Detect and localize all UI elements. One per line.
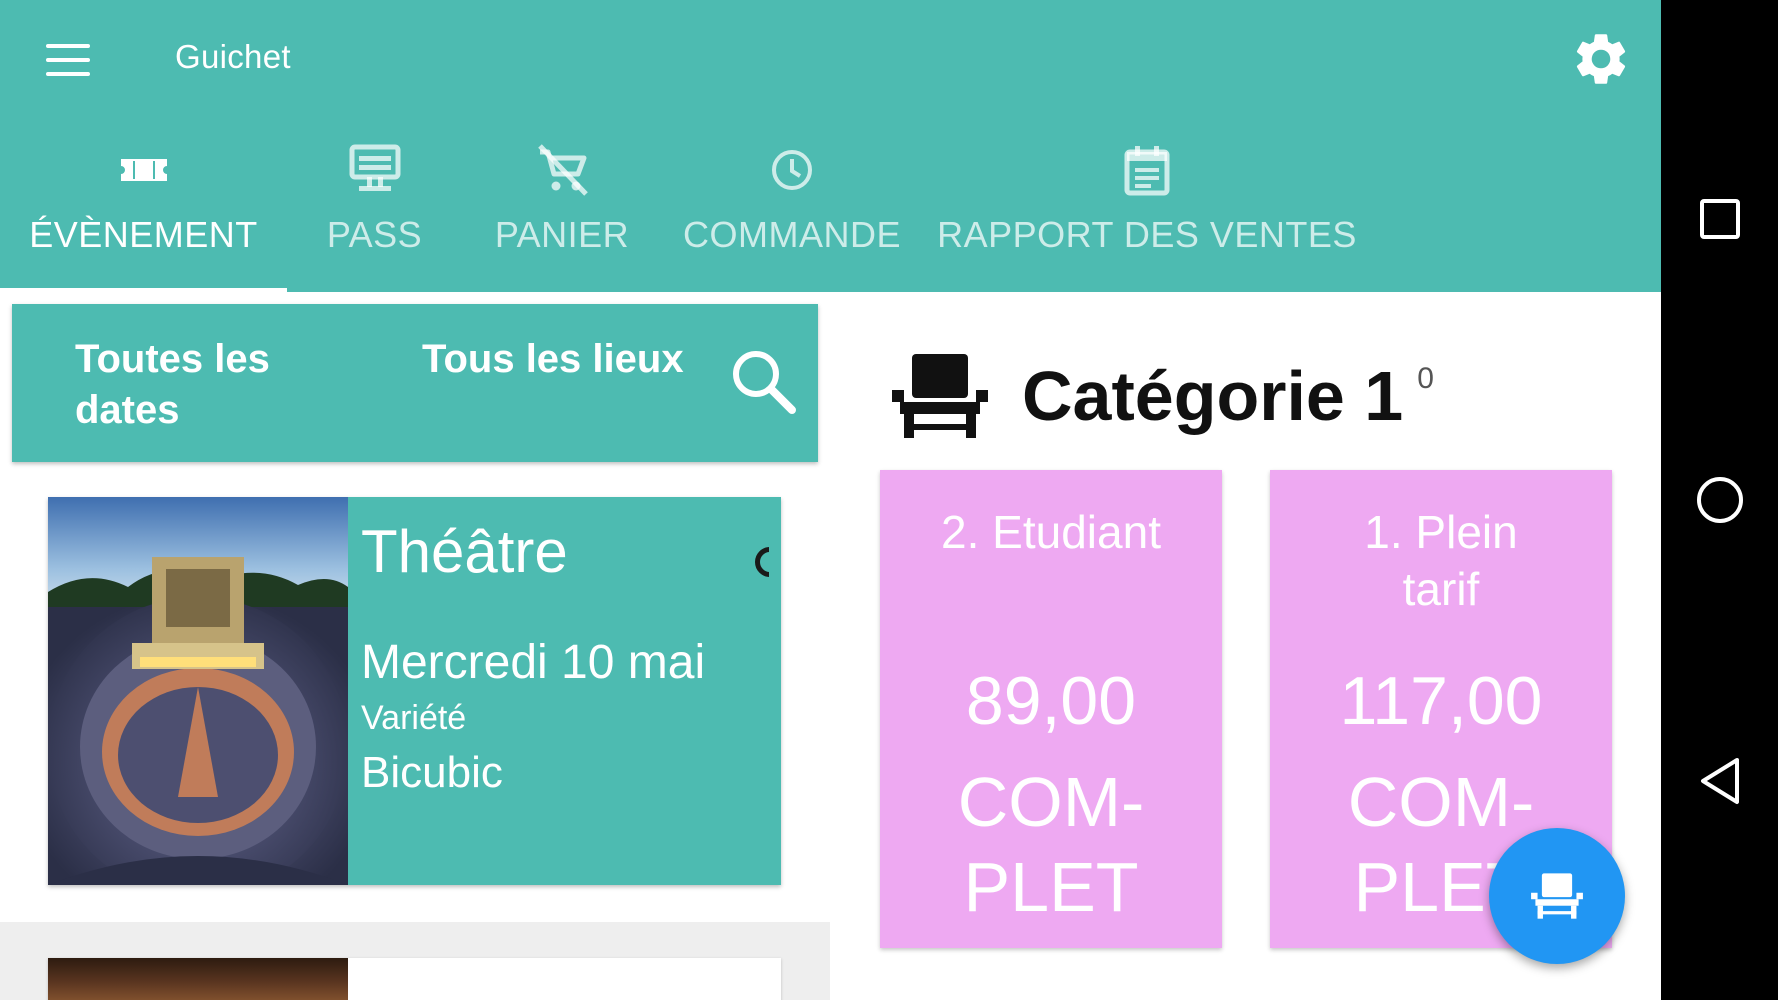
pass-card-icon [349,128,401,212]
calendar-report-icon [1124,128,1170,212]
event-info: Théâtre Mercredi 10 mai Variété Bicubic [348,497,781,885]
triangle-back-icon[interactable] [1691,752,1749,810]
app-bar: Guichet ÉVÈNEMENT PASS PANIER COMMANDE R… [0,0,1661,292]
tab-label: PASS [326,214,423,255]
seat-fab-button[interactable] [1489,828,1625,964]
category-header: Catégorie 1 0 [890,352,1434,440]
event-venue: Bicubic [361,748,503,797]
system-nav-bar [1661,0,1778,1000]
tarif-price: 117,00 [1339,663,1543,739]
app-title: Guichet [175,38,291,75]
tarif-name: 1. Plein tarif [1364,506,1518,615]
app-window: Guichet ÉVÈNEMENT PASS PANIER COMMANDE R… [0,0,1661,1000]
event-card[interactable] [48,958,781,1000]
main-tabs: ÉVÈNEMENT PASS PANIER COMMANDE RAPPORT D… [0,128,1372,292]
tab-rapport-des-ventes[interactable]: RAPPORT DES VENTES [922,128,1372,292]
seat-icon [1531,873,1583,919]
gear-icon[interactable] [1570,28,1632,90]
event-photo [48,958,348,1000]
progress-spinner-icon [753,547,769,581]
tarif-price: 89,00 [965,663,1137,739]
tab-pass[interactable]: PASS [287,128,462,292]
venue-filter[interactable]: Tous les lieux [422,334,714,385]
category-count: 0 [1417,362,1434,395]
filter-bar: Toutes les dates Tous les lieux [12,304,818,462]
search-icon[interactable] [726,344,802,420]
event-title: Théâtre [361,518,568,585]
date-filter[interactable]: Toutes les dates [75,334,325,436]
category-title: Catégorie 1 [1022,357,1404,435]
circle-home-icon[interactable] [1691,471,1749,529]
seat-icon [890,352,990,440]
tab-commande[interactable]: COMMANDE [662,128,922,292]
cart-off-icon [534,128,590,212]
tab-label: PANIER [494,214,630,255]
event-list-pane: Toutes les dates Tous les lieux Théâtre … [0,292,830,1000]
tarif-status: COM-PLET [957,763,1145,926]
event-photo [48,497,348,885]
square-recent-apps-icon[interactable] [1691,190,1749,248]
clock-icon [770,128,814,212]
tab-panier[interactable]: PANIER [462,128,662,292]
event-card[interactable]: Théâtre Mercredi 10 mai Variété Bicubic [48,497,781,885]
tab-label: ÉVÈNEMENT [29,214,258,255]
ticket-icon [119,128,169,212]
hamburger-menu-icon[interactable] [38,38,98,82]
tarif-name: 2. Etudiant [941,506,1161,558]
tab-label: COMMANDE [683,214,901,255]
event-genre: Variété [361,699,467,737]
tab-label: RAPPORT DES VENTES [937,214,1357,255]
tab-evenement[interactable]: ÉVÈNEMENT [0,128,287,292]
tarif-card[interactable]: 2. Etudiant 89,00 COM-PLET [880,470,1222,948]
event-date: Mercredi 10 mai [361,636,706,689]
